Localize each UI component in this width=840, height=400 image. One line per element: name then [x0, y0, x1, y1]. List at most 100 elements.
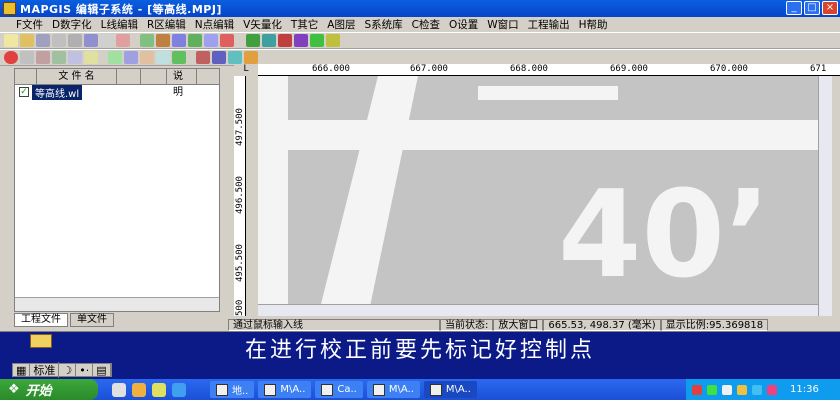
task-ca-icon	[321, 383, 334, 396]
browser-icon[interactable]	[172, 382, 186, 397]
tool4-icon[interactable]	[326, 34, 340, 47]
tool3-icon[interactable]	[310, 34, 324, 47]
folder-icon[interactable]	[152, 382, 166, 397]
split-icon[interactable]	[36, 51, 50, 64]
moon-icon[interactable]: ☽	[59, 363, 77, 377]
edit-icon[interactable]	[262, 34, 276, 47]
menu-check[interactable]: C检查	[412, 17, 440, 32]
delete-icon[interactable]	[220, 34, 234, 47]
redo-icon[interactable]	[84, 34, 98, 47]
menu-help[interactable]: H帮助	[579, 17, 608, 32]
map-vertical-scrollbar[interactable]	[818, 76, 832, 316]
file-row[interactable]: ✓ 等高线.wl	[15, 84, 219, 100]
menu-point-edit[interactable]: N点编辑	[195, 17, 234, 32]
tray-icon-5[interactable]	[752, 384, 762, 395]
white-edge	[258, 76, 288, 316]
region-icon[interactable]	[172, 34, 186, 47]
task-mapgis-3[interactable]: M\A..	[423, 381, 477, 398]
brush-icon[interactable]	[156, 34, 170, 47]
menu-digitize[interactable]: D数字化	[52, 17, 92, 32]
tool-icon[interactable]	[278, 34, 292, 47]
menu-file[interactable]: F文件	[16, 17, 43, 32]
file-name[interactable]: 等高线.wl	[32, 84, 83, 100]
tool2-icon[interactable]	[294, 34, 308, 47]
map-canvas[interactable]: 40’	[258, 76, 818, 316]
filename-header[interactable]: 文 件 名	[37, 68, 117, 85]
x-tick: 670.000	[710, 64, 748, 74]
check-icon[interactable]	[246, 34, 260, 47]
clock[interactable]: 11:36	[790, 384, 819, 395]
refresh-icon[interactable]	[172, 51, 186, 64]
tray-icon-6[interactable]	[767, 384, 777, 395]
taskbar: ❖ 开始 地.. M\A.. Ca.. M\A.. M\A.. 11:36	[0, 379, 840, 400]
ime-mode-label[interactable]: 标准	[30, 362, 60, 378]
close-button[interactable]: ×	[822, 1, 838, 15]
tray-icon-3[interactable]	[722, 384, 732, 395]
task-mapgis-1[interactable]: M\A..	[258, 381, 312, 398]
dots-icon[interactable]: •·	[76, 363, 94, 377]
node-icon[interactable]	[68, 51, 82, 64]
windows-logo-icon: ❖	[8, 382, 20, 397]
start-button[interactable]: ❖ 开始	[0, 379, 98, 400]
menu-other[interactable]: T其它	[291, 17, 318, 32]
tray-icon-2[interactable]	[707, 384, 717, 395]
task-mapgis-2[interactable]: M\A..	[366, 381, 420, 398]
tray-icon-1[interactable]	[692, 384, 702, 395]
keyboard-icon[interactable]: ▤	[93, 363, 111, 377]
media-icon[interactable]	[132, 382, 146, 397]
print-icon[interactable]	[52, 34, 66, 47]
digitize-icon[interactable]	[4, 51, 18, 64]
task-mapgis-2-label: M\A..	[388, 384, 414, 395]
menu-layer[interactable]: A图层	[327, 17, 355, 32]
menu-region-edit[interactable]: R区编辑	[147, 17, 186, 32]
project-panel: 文 件 名 说明 ✓ 等高线.wl	[14, 68, 220, 312]
menu-line-edit[interactable]: L线编辑	[101, 17, 138, 32]
ruler-top: 666.000 667.000 668.000 669.000 670.000 …	[258, 64, 840, 76]
layer-icon[interactable]	[140, 34, 154, 47]
panel-icon-col	[15, 68, 37, 85]
pan-icon[interactable]	[156, 51, 170, 64]
language-bar[interactable]: ▦ 标准 ☽ •· ▤	[12, 362, 112, 378]
attr-icon[interactable]	[196, 51, 210, 64]
menu-window[interactable]: W窗口	[487, 17, 518, 32]
undo-icon[interactable]	[68, 34, 82, 47]
panel-horizontal-scrollbar[interactable]	[15, 297, 219, 311]
status-scale: 显示比例:95.369818	[660, 318, 769, 331]
join-icon[interactable]	[52, 51, 66, 64]
maximize-button[interactable]: □	[804, 1, 820, 15]
task-ca[interactable]: Ca..	[315, 381, 363, 398]
stat-icon[interactable]	[228, 51, 242, 64]
pointer-icon[interactable]	[100, 34, 114, 47]
point-icon[interactable]	[204, 34, 218, 47]
x-tick: 668.000	[510, 64, 548, 74]
menu-vectorize[interactable]: V矢量化	[243, 17, 282, 32]
zoom-in-icon[interactable]	[108, 51, 122, 64]
query-icon[interactable]	[212, 51, 226, 64]
ie-icon[interactable]	[112, 382, 126, 397]
map-horizontal-scrollbar[interactable]	[258, 304, 818, 316]
y-tick: 500	[235, 299, 245, 316]
file-visible-checkbox[interactable]: ✓	[19, 87, 29, 97]
open-icon[interactable]	[20, 34, 34, 47]
zoom-out-icon[interactable]	[124, 51, 138, 64]
cut-icon[interactable]	[116, 34, 130, 47]
pen-icon[interactable]	[244, 51, 258, 64]
menu-project-output[interactable]: 工程输出	[528, 17, 570, 32]
move-icon[interactable]	[84, 51, 98, 64]
desc-header[interactable]: 说明	[167, 68, 197, 98]
ime-icon[interactable]: ▦	[13, 363, 31, 377]
menu-system-lib[interactable]: S系统库	[364, 17, 402, 32]
new-icon[interactable]	[4, 34, 18, 47]
eye-col-header[interactable]	[141, 68, 167, 85]
ruler-corner[interactable]: L	[234, 64, 258, 76]
line-icon[interactable]	[188, 34, 202, 47]
title-bar[interactable]: MAPGIS 编辑子系统 - [等高线.MPJ] _ □ ×	[0, 0, 840, 17]
menu-settings[interactable]: O设置	[449, 17, 478, 32]
minimize-button[interactable]: _	[786, 1, 802, 15]
actual-size-icon[interactable]	[140, 51, 154, 64]
task-map[interactable]: 地..	[210, 381, 255, 398]
layer-col-header[interactable]	[117, 68, 141, 85]
scissors-icon[interactable]	[20, 51, 34, 64]
tray-icon-4[interactable]	[737, 384, 747, 395]
save-icon[interactable]	[36, 34, 50, 47]
